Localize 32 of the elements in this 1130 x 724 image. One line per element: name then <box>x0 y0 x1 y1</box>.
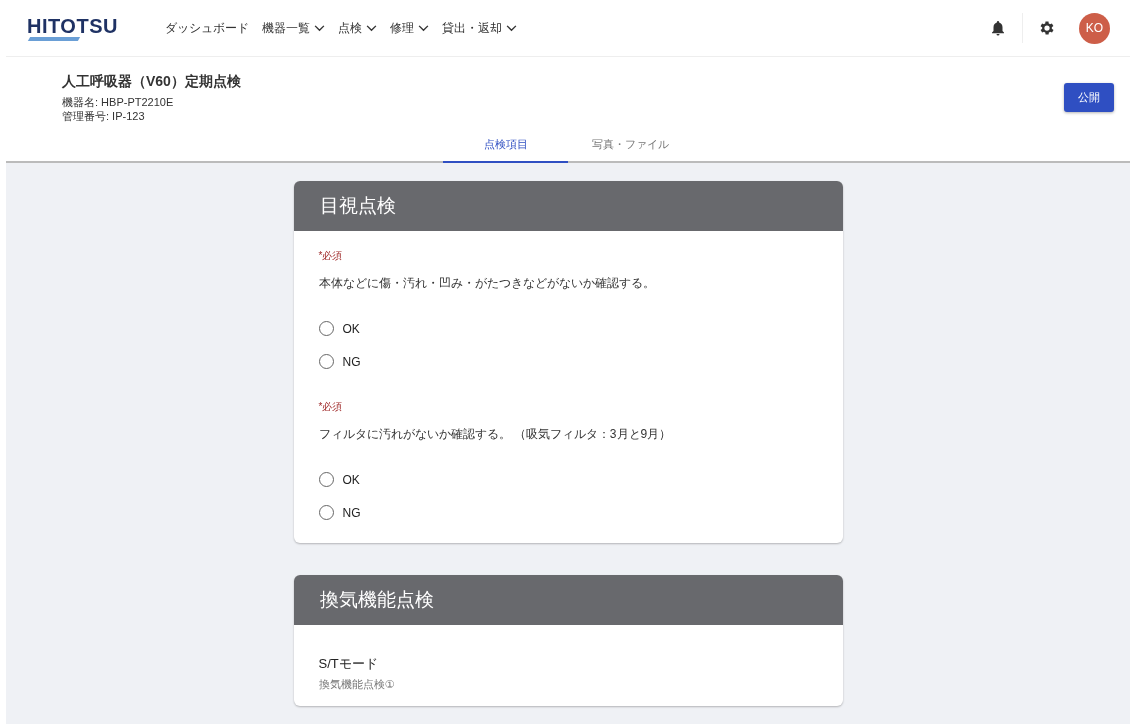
logo[interactable]: HITOTSU <box>27 15 131 41</box>
radio-option[interactable]: OK <box>318 463 360 496</box>
section-title: 換気機能点検 <box>319 588 434 612</box>
required-label: *必須 <box>318 249 344 263</box>
section-title: 目視点検 <box>319 194 396 218</box>
chevron-down-icon <box>506 24 517 32</box>
settings-icon[interactable] <box>1038 19 1056 37</box>
radio-option[interactable]: OK <box>318 312 360 345</box>
chevron-down-icon <box>314 24 325 32</box>
nav-menu-item[interactable]: 点検 <box>338 19 377 37</box>
publish-button[interactable]: 公開 <box>1064 83 1114 112</box>
question-text: フィルタに汚れがないか確認する。 （吸気フィルタ：3月と9月） <box>318 426 673 443</box>
meta-text: 機器名: HBP-PT2210E <box>62 95 175 109</box>
nav-menu-item[interactable]: 貸出・返却 <box>442 19 517 37</box>
page-title: 人工呼吸器（V60）定期点検 <box>62 73 241 91</box>
notification-bell-icon[interactable] <box>989 19 1007 37</box>
chevron-down-icon <box>418 24 429 32</box>
item-heading: S/Tモード <box>318 655 379 673</box>
radio-option[interactable]: NG <box>318 345 361 378</box>
logo-text: HITOTSU <box>27 15 119 37</box>
nav-menu-item[interactable]: 修理 <box>390 19 429 37</box>
required-label: *必須 <box>318 400 344 414</box>
tab[interactable]: 写真・ファイル <box>568 127 693 163</box>
radio-option[interactable]: NG <box>318 496 361 529</box>
item-subheading: 換気機能点検① <box>318 677 396 692</box>
user-avatar[interactable]: KO <box>1079 12 1110 44</box>
logo-underline <box>27 37 81 41</box>
meta-text: 管理番号: IP-123 <box>62 109 146 123</box>
nav-menu-item[interactable]: ダッシュボード <box>165 19 249 37</box>
question-text: 本体などに傷・汚れ・凹み・がたつきなどがないか確認する。 <box>318 275 656 292</box>
chevron-down-icon <box>366 24 377 32</box>
nav-menu-item[interactable]: 機器一覧 <box>262 19 325 37</box>
